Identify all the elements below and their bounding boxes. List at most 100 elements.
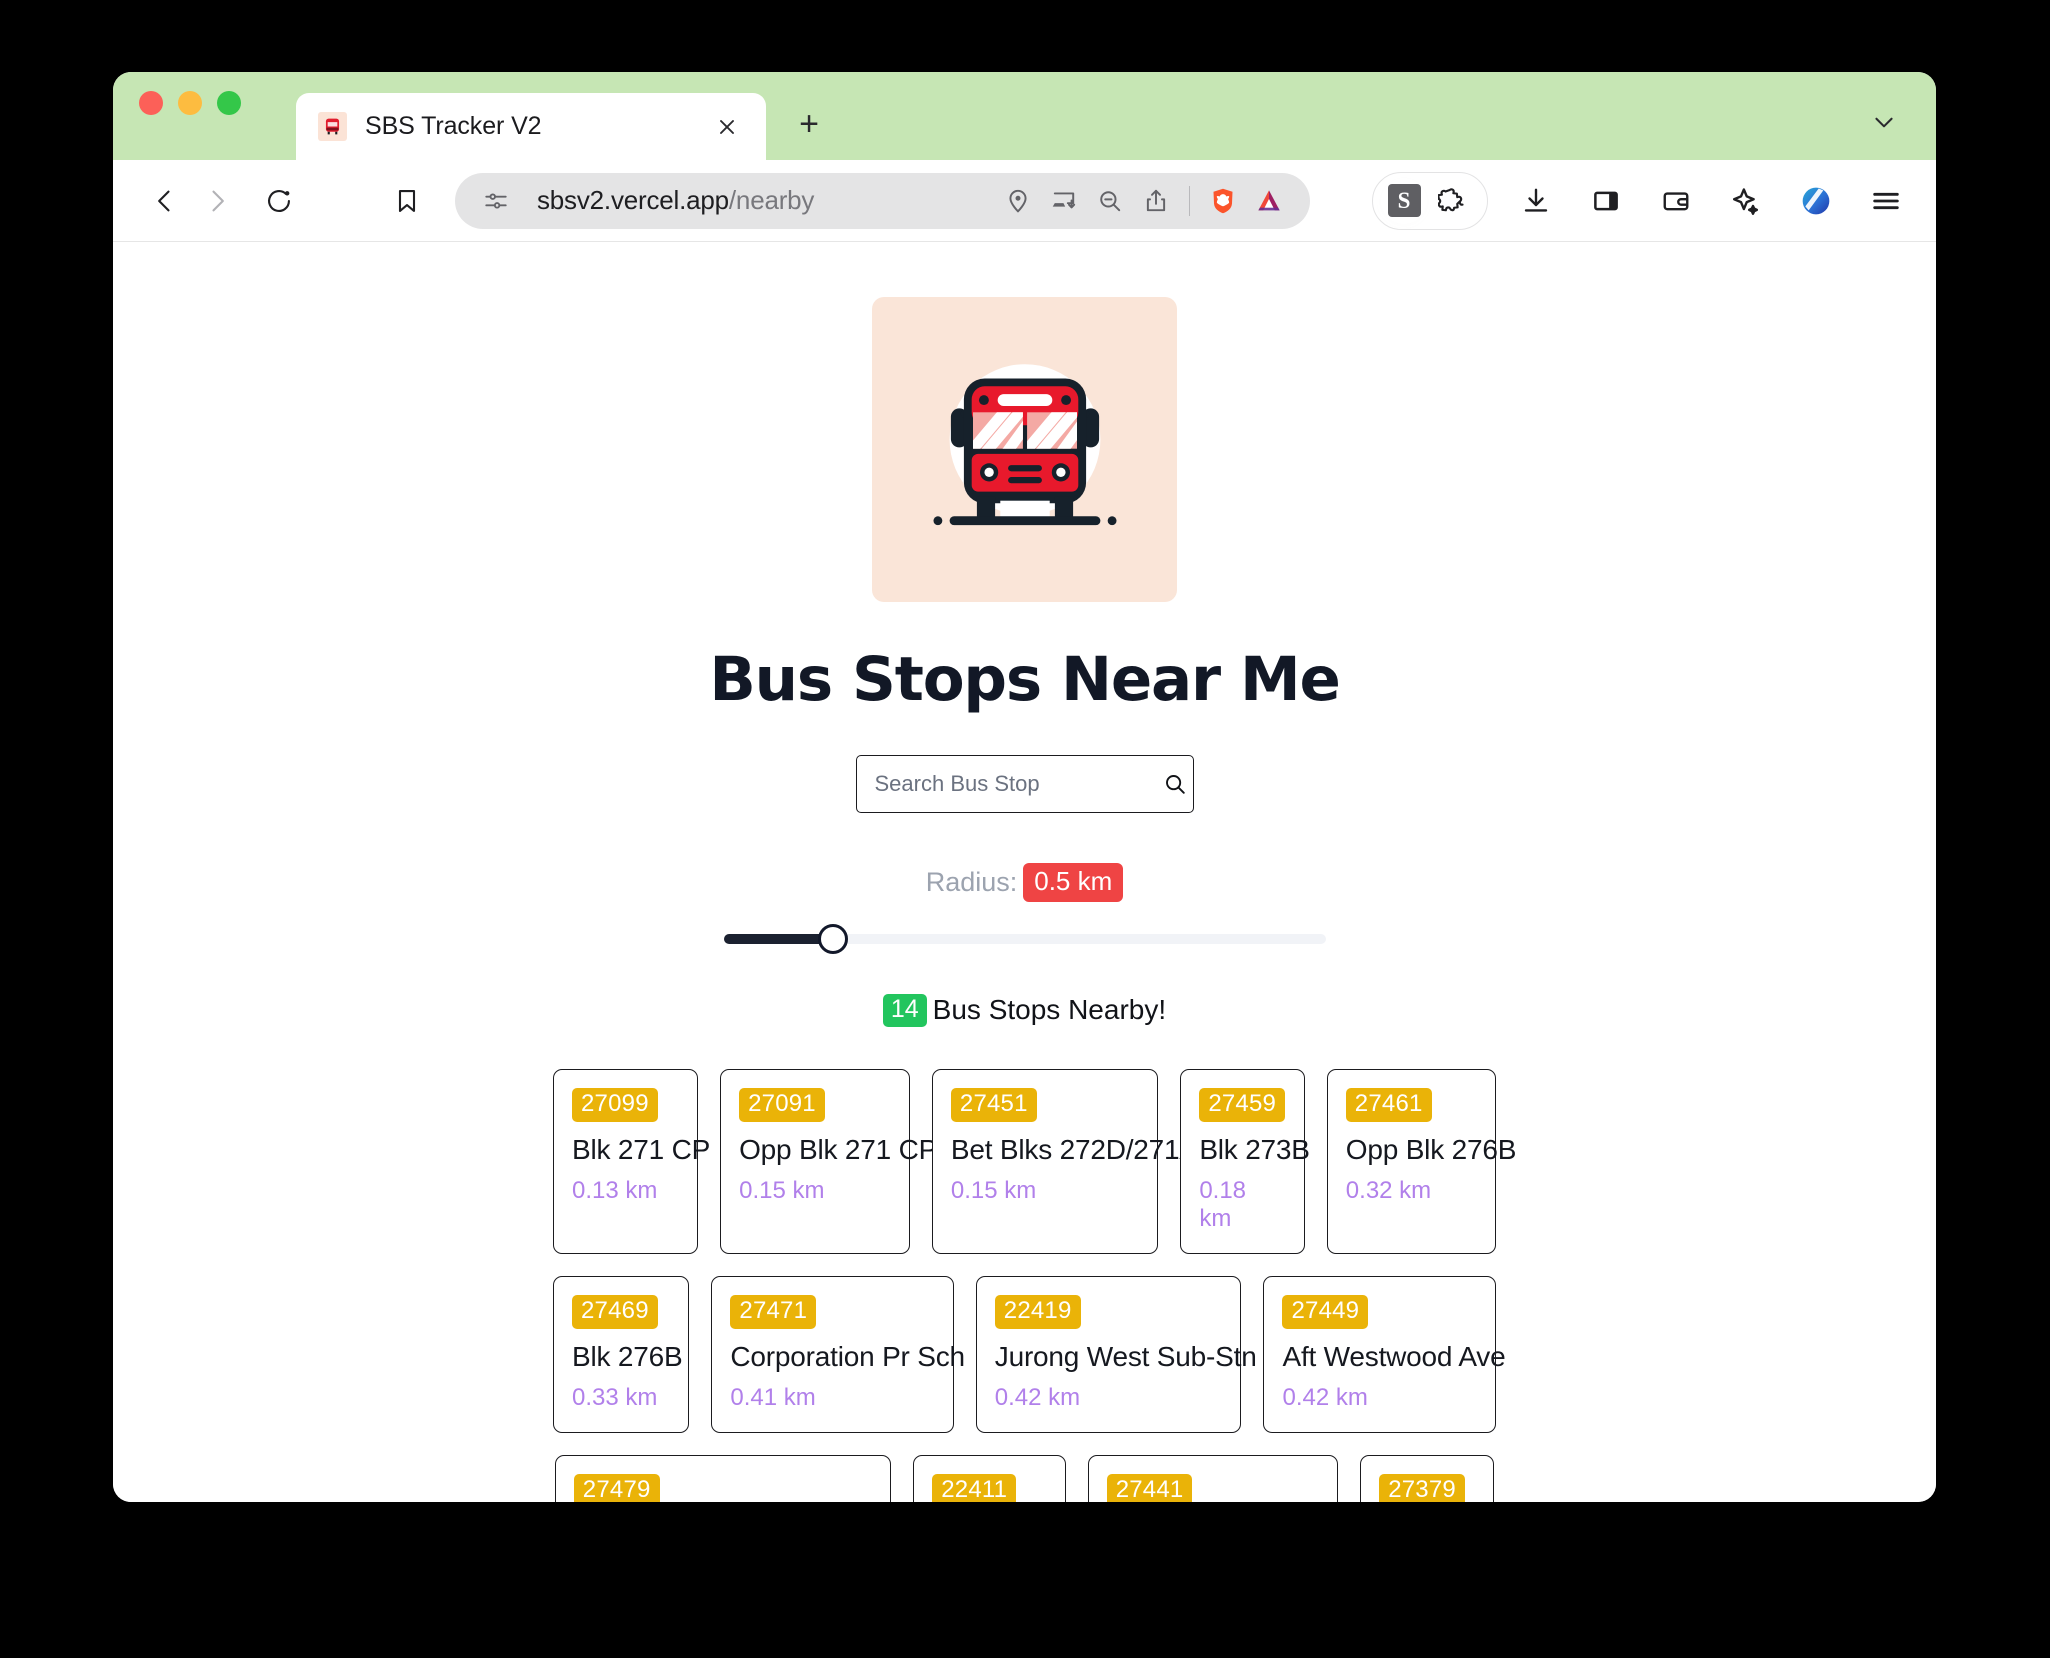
bus-stop-distance: 0.41 km	[730, 1384, 816, 1411]
bus-stop-distance: 0.42 km	[1282, 1384, 1368, 1411]
close-icon[interactable]	[710, 110, 744, 144]
sidebar-toggle-icon[interactable]	[1580, 175, 1632, 227]
bus-stop-card[interactable]: 27099 Blk 271 CP 0.13 km	[553, 1069, 711, 1254]
extensions-puzzle-icon[interactable]	[1427, 175, 1479, 227]
search-row	[113, 755, 1936, 813]
bus-stop-name: Bet Blks 272D/271A	[950, 1134, 1198, 1165]
url-text: sbsv2.vercel.app/nearby	[537, 185, 995, 216]
bus-stop-code-badge: 27479	[573, 1474, 660, 1502]
search-icon[interactable]	[1163, 767, 1187, 801]
back-arrow-icon[interactable]	[139, 175, 191, 227]
bus-stop-card[interactable]: 27441Bet Blks 757/7580.45 km	[1087, 1455, 1339, 1502]
bus-stop-card[interactable]: 27451 Bet Blks 272D/271A 0.15 km	[931, 1069, 1198, 1254]
stops-count-row: 14 Bus Stops Nearby!	[113, 994, 1936, 1027]
extension-s-label: S	[1387, 184, 1421, 217]
profile-avatar-icon[interactable]	[1790, 175, 1842, 227]
bus-stop-distance: 0.13 km	[572, 1177, 658, 1204]
minimize-window-button[interactable]	[178, 91, 202, 115]
bus-stop-name: Opp Blk 271 CP	[739, 1134, 938, 1165]
reload-icon[interactable]	[253, 175, 305, 227]
bus-stop-name: Blk 271 CP	[572, 1134, 711, 1165]
radius-value-badge: 0.5 km	[1023, 863, 1124, 902]
chevron-down-icon[interactable]	[1864, 102, 1904, 142]
url-path: /nearby	[728, 185, 815, 215]
bus-stop-card[interactable]: 27379Blk 7550.49 km	[1360, 1455, 1495, 1502]
bus-stops-row: 27099 Blk 271 CP 0.13 km 27091 Opp Blk 271 C…	[553, 1069, 1517, 1254]
hamburger-menu-icon[interactable]	[1860, 175, 1912, 227]
bus-stop-code-badge: 27469	[572, 1295, 658, 1329]
bus-stops-row: 27469 Blk 276B 0.33 km 27471 Corporation Pr …	[553, 1276, 1506, 1433]
bus-stop-card[interactable]: 27479Opp Corporation Pr Sch0.43 km	[554, 1455, 892, 1502]
bus-stop-code-badge: 27471	[730, 1295, 817, 1329]
new-tab-button[interactable]: +	[788, 103, 830, 145]
bus-stop-code-badge: 27091	[739, 1088, 825, 1122]
bus-stop-card[interactable]: 27449 Aft Westwood Ave 0.42 km	[1263, 1276, 1506, 1433]
bus-stops-row: 27479Opp Corporation Pr Sch0.43 km 22411B…	[553, 1455, 1496, 1502]
extension-s-icon[interactable]: S	[1381, 177, 1427, 224]
bus-stop-code-badge: 27459	[1199, 1088, 1286, 1122]
zoom-out-icon[interactable]	[1087, 178, 1133, 224]
bus-stop-code-badge: 27379	[1379, 1474, 1465, 1502]
bus-stop-code-badge: 22411	[932, 1474, 1017, 1502]
bus-stop-code-badge: 27451	[950, 1088, 1037, 1122]
url-host: sbsv2.vercel.app	[537, 185, 729, 215]
bus-stop-card[interactable]: 22419 Jurong West Sub-Stn 0.42 km	[975, 1276, 1257, 1433]
bus-stop-name: Blk 273B	[1199, 1134, 1310, 1165]
slider-thumb[interactable]	[817, 924, 848, 954]
bus-stops-list: 27099 Blk 271 CP 0.13 km 27091 Opp Blk 271 C…	[113, 1069, 1936, 1502]
browser-window: SBS Tracker V2 + sbsv2.vercel.app/nearby…	[113, 72, 1936, 1502]
bus-stop-name: Aft Westwood Ave	[1282, 1341, 1506, 1372]
radius-label: Radius:	[925, 867, 1018, 897]
browser-tab[interactable]: SBS Tracker V2	[296, 93, 766, 160]
browser-toolbar: sbsv2.vercel.app/nearby S	[113, 160, 1936, 242]
search-bus-stop-box[interactable]	[855, 755, 1194, 813]
bus-stop-distance: 0.42 km	[994, 1384, 1081, 1411]
bus-stop-card[interactable]: 27091 Opp Blk 271 CP 0.15 km	[720, 1069, 938, 1254]
brave-shields-lion-icon[interactable]	[1200, 178, 1246, 224]
bus-stop-distance: 0.33 km	[572, 1384, 658, 1411]
bus-stop-code-badge: 27461	[1345, 1088, 1432, 1122]
tab-title: SBS Tracker V2	[365, 112, 542, 140]
bus-stop-name: Blk 276B	[572, 1341, 683, 1372]
close-window-button[interactable]	[139, 91, 163, 115]
bus-stop-card[interactable]: 27469 Blk 276B 0.33 km	[553, 1276, 690, 1433]
bus-stop-card[interactable]: 27459 Blk 273B 0.18 km	[1180, 1069, 1310, 1254]
bus-stop-code-badge: 27441	[1106, 1474, 1193, 1502]
bus-favicon-icon	[318, 112, 347, 141]
tab-strip: SBS Tracker V2 +	[113, 72, 1936, 160]
page-title: Bus Stops Near Me	[709, 644, 1340, 715]
maximize-window-button[interactable]	[217, 91, 241, 115]
address-bar[interactable]: sbsv2.vercel.app/nearby	[455, 172, 1310, 229]
page-content: Bus Stops Near Me Radius:0.5 km 14Bus S	[113, 242, 1936, 1502]
bus-stop-card[interactable]: 27471 Corporation Pr Sch 0.41 km	[711, 1276, 965, 1433]
bus-stop-name: Corporation Pr Sch	[730, 1341, 965, 1372]
extensions-pill: S	[1372, 171, 1488, 230]
share-icon[interactable]	[1133, 178, 1179, 224]
bus-stop-card[interactable]: 27461 Opp Blk 276B 0.32 km	[1326, 1069, 1517, 1254]
bus-stop-distance: 0.15 km	[739, 1177, 825, 1204]
forward-arrow-icon[interactable]	[191, 175, 243, 227]
bus-stop-distance: 0.32 km	[1345, 1177, 1432, 1204]
bus-stop-code-badge: 27099	[572, 1088, 658, 1122]
bookmark-icon[interactable]	[381, 175, 433, 227]
stops-count-text: Bus Stops Nearby!	[932, 994, 1167, 1025]
bus-stop-code-badge: 22419	[994, 1295, 1081, 1329]
location-pin-icon[interactable]	[995, 178, 1041, 224]
bus-stop-name: Jurong West Sub-Stn	[994, 1341, 1257, 1372]
site-settings-icon[interactable]	[473, 178, 519, 224]
brave-rewards-bat-icon[interactable]	[1246, 178, 1292, 224]
downloads-icon[interactable]	[1510, 175, 1562, 227]
leo-ai-sparkle-icon[interactable]	[1720, 175, 1772, 227]
install-app-icon[interactable]	[1041, 178, 1087, 224]
bus-stop-card[interactable]: 22411Blk 676B0.44 km	[913, 1455, 1066, 1502]
red-bus-logo-icon	[872, 297, 1177, 602]
bus-stop-name: Opp Blk 276B	[1345, 1134, 1517, 1165]
brave-wallet-icon[interactable]	[1650, 175, 1702, 227]
search-input[interactable]	[874, 771, 1163, 797]
toolbar-divider	[1189, 185, 1190, 216]
stops-count-badge: 14	[882, 994, 927, 1027]
radius-row: Radius: 0.5 km	[113, 863, 1936, 902]
radius-slider[interactable]	[723, 924, 1326, 954]
bus-stop-code-badge: 27449	[1282, 1295, 1369, 1329]
bus-stop-distance: 0.18 km	[1199, 1177, 1247, 1232]
